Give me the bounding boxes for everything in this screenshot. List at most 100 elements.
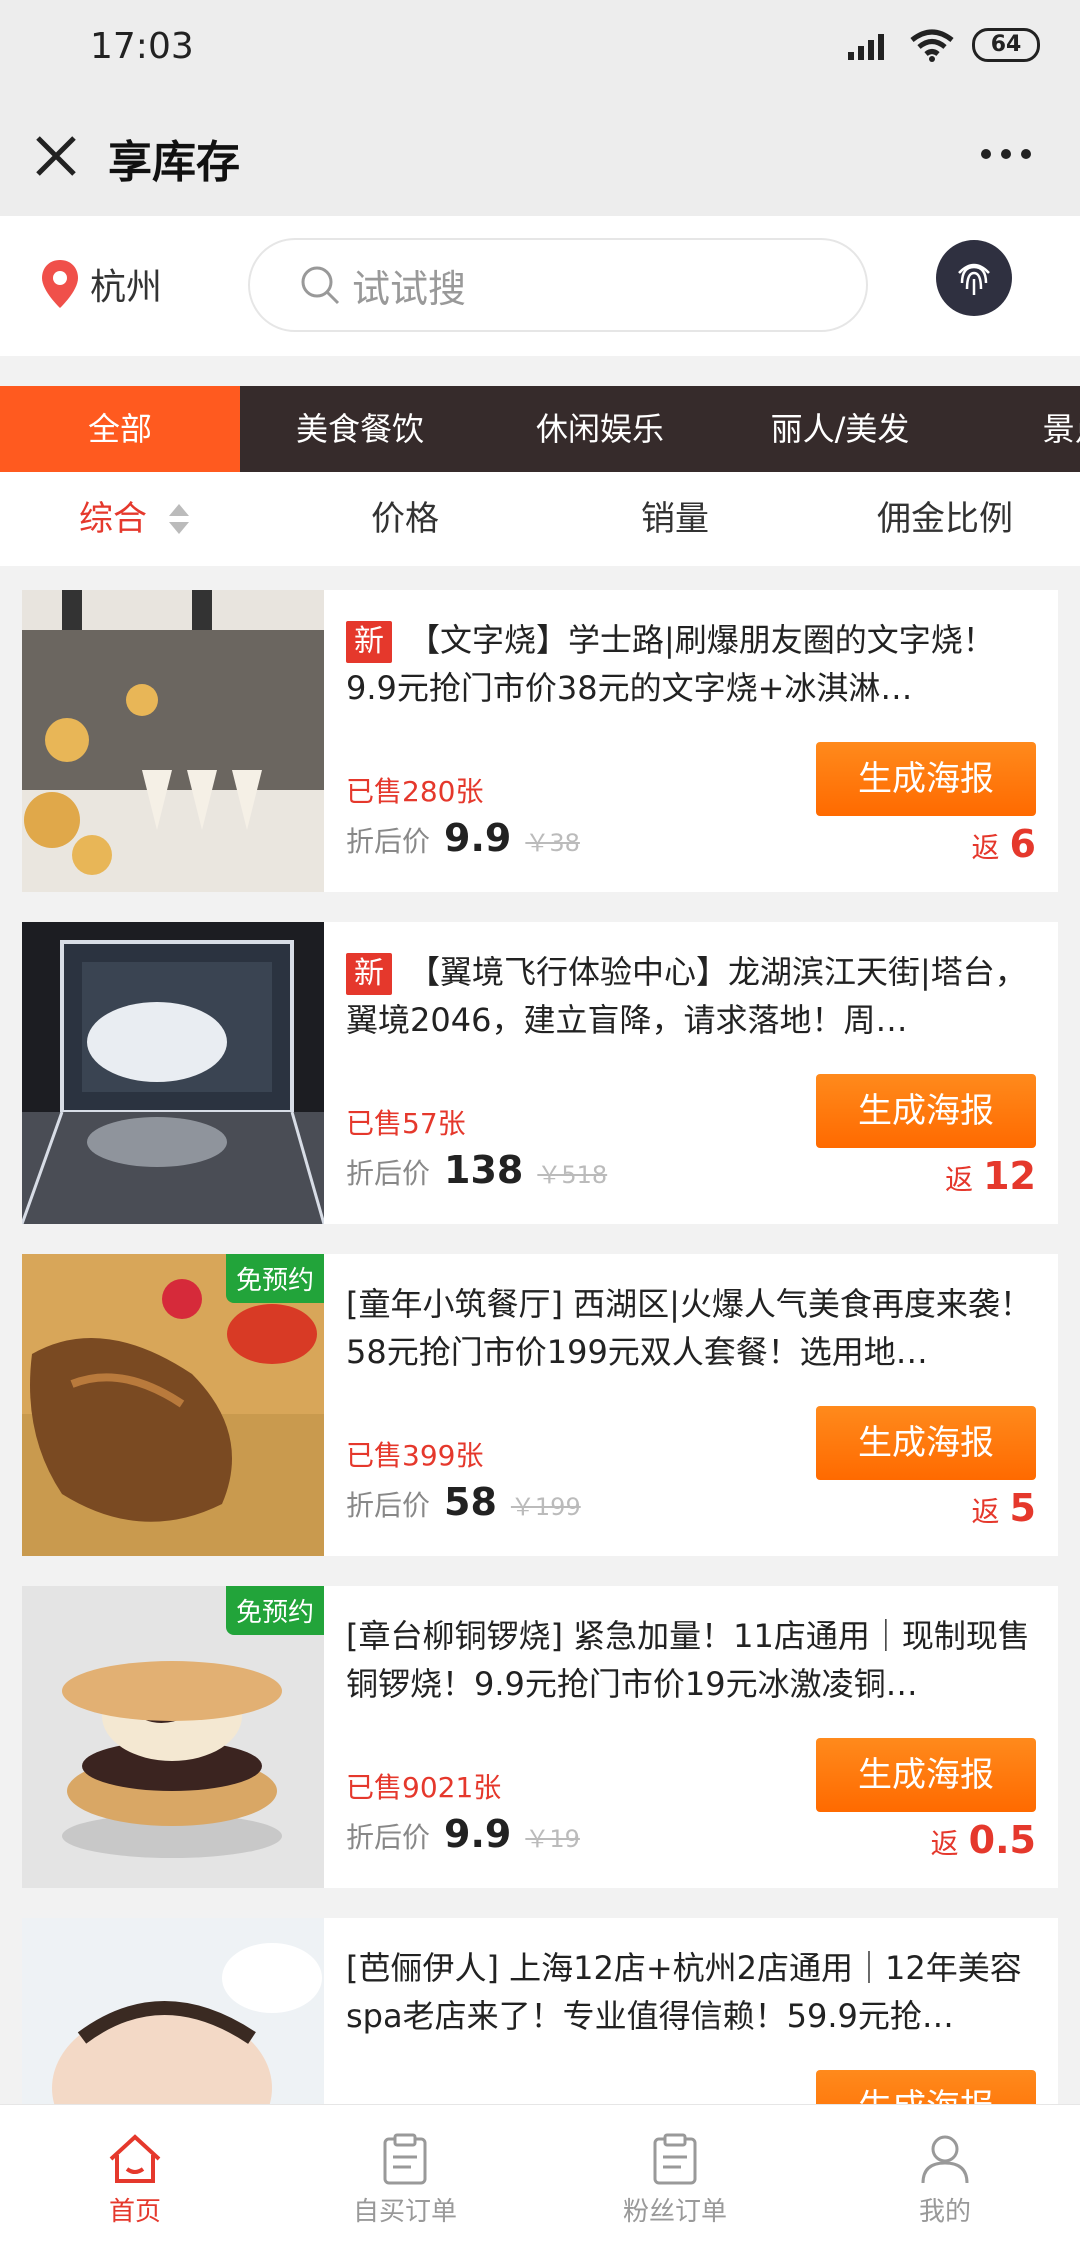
current-price: 58: [444, 1480, 497, 1524]
category-leisure[interactable]: 休闲娱乐: [480, 386, 720, 472]
current-price: 9.9: [444, 816, 512, 860]
product-card[interactable]: 免预约 [童年小筑餐厅] 西湖区|火爆人气美食再度来袭！58元抢门市价199元双…: [22, 1254, 1058, 1556]
status-time: 17:03: [90, 26, 194, 67]
generate-poster-button[interactable]: 生成海报: [816, 1406, 1036, 1480]
commission-return: 返 0.5: [931, 1818, 1036, 1862]
return-label: 返: [971, 831, 1000, 864]
tab-home[interactable]: 首页: [0, 2105, 270, 2244]
current-price: 138: [444, 1148, 524, 1192]
clipboard-icon: [653, 2133, 697, 2185]
product-card[interactable]: 免预约 [章台柳铜锣烧] 紧急加量！11店通用｜现制现售铜锣烧！9.9元抢门市价…: [22, 1586, 1058, 1888]
price-label: 折后价: [346, 1821, 431, 1854]
title-bar: 享库存: [0, 100, 1080, 216]
sold-count: 已售9021张: [346, 1771, 502, 1804]
commission-return: 返 12: [945, 1154, 1036, 1198]
sold-count: 已售399张: [346, 1439, 484, 1472]
price-label: 折后价: [346, 1157, 431, 1190]
product-card[interactable]: 新【翼境飞行体验中心】龙湖滨江天街|塔台，翼境2046，建立盲降，请求落地！周……: [22, 922, 1058, 1224]
tab-self-orders[interactable]: 自买订单: [270, 2105, 540, 2244]
tab-home-label: 首页: [108, 2197, 161, 2227]
free-booking-badge: 免预约: [225, 1586, 324, 1635]
return-label: 返: [971, 1495, 1000, 1528]
current-price: 9.9: [444, 1812, 512, 1856]
price-row: 折后价 138 ￥518: [346, 1148, 607, 1192]
category-food[interactable]: 美食餐饮: [240, 386, 480, 472]
page-title: 享库存: [108, 137, 240, 188]
generate-poster-button[interactable]: 生成海报: [816, 2070, 1036, 2104]
category-all[interactable]: 全部: [0, 386, 240, 472]
product-title-text: 【文字烧】学士路|刷爆朋友圈的文字烧！9.9元抢门市价38元的文字烧+冰淇淋…: [346, 621, 995, 707]
commission-return: 返 6: [972, 822, 1036, 866]
generate-poster-button[interactable]: 生成海报: [816, 1738, 1036, 1812]
battery-icon: 64: [972, 28, 1040, 62]
search-placeholder: 试试搜: [352, 266, 467, 311]
sort-commission[interactable]: 佣金比例: [810, 472, 1080, 566]
city-label: 杭州: [90, 267, 163, 308]
new-tag: 新: [346, 953, 392, 995]
original-price: ￥199: [510, 1493, 581, 1521]
product-image: [22, 1918, 324, 2104]
tab-self-orders-label: 自买订单: [352, 2197, 457, 2227]
generate-poster-button[interactable]: 生成海报: [816, 742, 1036, 816]
product-title: [章台柳铜锣烧] 紧急加量！11店通用｜现制现售铜锣烧！9.9元抢门市价19元冰…: [346, 1617, 1030, 1703]
new-tag: 新: [346, 621, 392, 663]
category-beauty[interactable]: 丽人/美发: [720, 386, 960, 472]
product-card[interactable]: [芭俪伊人] 上海12店+杭州2店通用｜12年美容spa老店来了！专业值得信赖！…: [22, 1918, 1058, 2104]
category-scenic[interactable]: 景点/: [960, 386, 1080, 472]
return-value: 5: [1009, 1486, 1036, 1530]
return-label: 返: [930, 1827, 959, 1860]
sold-count: 已售280张: [346, 775, 484, 808]
return-label: 返: [945, 1163, 974, 1196]
tab-fan-orders[interactable]: 粉丝订单: [540, 2105, 810, 2244]
status-bar: 17:03 64: [0, 0, 1080, 100]
price-row: 折后价 9.9 ￥19: [346, 1812, 580, 1856]
product-title: 新【文字烧】学士路|刷爆朋友圈的文字烧！9.9元抢门市价38元的文字烧+冰淇淋…: [346, 616, 1036, 712]
product-title: 新【翼境飞行体验中心】龙湖滨江天街|塔台，翼境2046，建立盲降，请求落地！周…: [346, 948, 1036, 1044]
home-icon: [109, 2134, 161, 2183]
sort-bar: 综合 价格 销量 佣金比例: [0, 472, 1080, 566]
product-title-text: 【翼境飞行体验中心】龙湖滨江天街|塔台，翼境2046，建立盲降，请求落地！周…: [346, 953, 1027, 1039]
category-bar: 全部 美食餐饮 休闲娱乐 丽人/美发 景点/: [0, 386, 1080, 472]
search-input[interactable]: 试试搜: [248, 238, 868, 332]
sold-count: 已售57张: [346, 1107, 466, 1140]
status-icons: 64: [848, 28, 1040, 62]
price-label: 折后价: [346, 1489, 431, 1522]
original-price: ￥19: [525, 1825, 580, 1853]
tab-fan-orders-label: 粉丝订单: [622, 2197, 727, 2227]
product-card[interactable]: 新【文字烧】学士路|刷爆朋友圈的文字烧！9.9元抢门市价38元的文字烧+冰淇淋……: [22, 590, 1058, 892]
user-icon: [921, 2135, 969, 2184]
product-title: [童年小筑餐厅] 西湖区|火爆人气美食再度来袭！58元抢门市价199元双人套餐！…: [346, 1285, 1032, 1371]
sort-arrows-icon: [169, 504, 189, 534]
free-booking-badge: 免预约: [225, 1254, 324, 1303]
fingerprint-button[interactable]: [936, 240, 1012, 316]
bottom-tab-bar: 首页 自买订单 粉丝订单 我的: [0, 2104, 1080, 2244]
product-title: [芭俪伊人] 上海12店+杭州2店通用｜12年美容spa老店来了！专业值得信赖！…: [346, 1949, 1022, 2035]
generate-poster-button[interactable]: 生成海报: [816, 1074, 1036, 1148]
return-value: 12: [983, 1154, 1036, 1198]
location-selector[interactable]: 杭州: [40, 258, 162, 310]
sort-comprehensive-label: 综合: [79, 499, 147, 539]
clipboard-icon: [383, 2133, 427, 2185]
tab-mine-label: 我的: [918, 2197, 971, 2227]
sort-sales[interactable]: 销量: [540, 472, 810, 566]
signal-icon: [848, 34, 884, 60]
original-price: ￥38: [525, 829, 580, 857]
product-image: [22, 590, 324, 892]
location-pin-icon: [42, 260, 78, 308]
tab-mine[interactable]: 我的: [810, 2105, 1080, 2244]
original-price: ￥518: [537, 1161, 608, 1189]
commission-return: 返 5: [972, 1486, 1036, 1530]
product-image: 免预约: [22, 1586, 324, 1888]
return-value: 0.5: [968, 1818, 1036, 1862]
price-row: 折后价 58 ￥199: [346, 1480, 581, 1524]
product-image: 免预约: [22, 1254, 324, 1556]
product-image: [22, 922, 324, 1224]
return-value: 6: [1009, 822, 1036, 866]
sort-price[interactable]: 价格: [270, 472, 540, 566]
wifi-icon: [910, 29, 954, 62]
sort-comprehensive[interactable]: 综合: [0, 472, 270, 566]
close-icon[interactable]: [28, 128, 84, 184]
more-icon[interactable]: [976, 134, 1036, 174]
price-label: 折后价: [346, 825, 431, 858]
fingerprint-icon: [958, 263, 990, 295]
